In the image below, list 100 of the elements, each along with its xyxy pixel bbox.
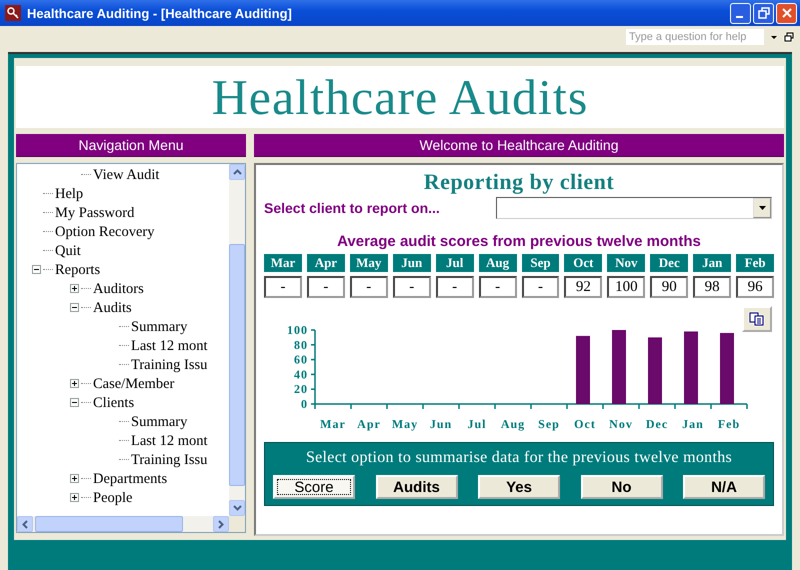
- expand-icon[interactable]: [70, 474, 78, 483]
- expand-icon[interactable]: [70, 493, 78, 502]
- copy-icon: [749, 312, 765, 326]
- score-field: -: [392, 276, 431, 298]
- minimize-icon: [736, 16, 743, 18]
- score-field: -: [264, 276, 302, 298]
- score-field: 100: [607, 276, 646, 298]
- scroll-left-button[interactable]: [17, 516, 33, 532]
- dropdown-arrow-icon[interactable]: [770, 33, 778, 41]
- option-button[interactable]: No: [580, 475, 662, 499]
- tree-item[interactable]: Summary: [131, 318, 188, 336]
- tree-item[interactable]: Last 12 mont: [131, 336, 208, 354]
- tree-item[interactable]: People: [93, 488, 132, 506]
- window-title: Healthcare Auditing - [Healthcare Auditing]: [27, 6, 293, 20]
- option-button[interactable]: N/A: [683, 475, 765, 499]
- month-header: Jan: [693, 254, 732, 272]
- tree-item[interactable]: Auditors: [93, 280, 144, 298]
- tree-item[interactable]: My Password: [55, 204, 134, 222]
- tree-item[interactable]: Clients: [93, 394, 134, 412]
- restore-window-icon[interactable]: [784, 32, 794, 42]
- close-button[interactable]: [776, 2, 797, 24]
- restore-button[interactable]: [753, 2, 774, 24]
- app-heading: Healthcare Audits: [212, 68, 588, 126]
- tree-item[interactable]: Training Issu: [131, 450, 208, 468]
- restore-icon: [758, 7, 770, 19]
- score-field: -: [350, 276, 388, 298]
- month-header: Jul: [436, 254, 474, 272]
- tree-item[interactable]: Reports: [55, 260, 100, 278]
- expand-icon[interactable]: [70, 284, 78, 293]
- tree-item[interactable]: View Audit: [93, 166, 160, 184]
- tick-label: 20: [294, 382, 308, 396]
- option-button[interactable]: Yes: [478, 475, 560, 499]
- tree-item[interactable]: Help: [55, 184, 84, 202]
- tree-item[interactable]: Departments: [93, 470, 168, 488]
- dropdown-arrow-icon: [758, 206, 766, 210]
- score-field: 92: [564, 276, 602, 298]
- month-header: May: [350, 254, 388, 272]
- option-button[interactable]: Score: [273, 475, 355, 499]
- tree-item[interactable]: Quit: [55, 242, 81, 260]
- month-header: Oct: [564, 254, 602, 272]
- tick-label: 0: [301, 397, 308, 411]
- category-label: Feb: [718, 417, 740, 431]
- tick-label: 80: [294, 338, 308, 352]
- month-header: Jun: [392, 254, 431, 272]
- option-button[interactable]: Audits: [376, 475, 458, 499]
- scroll-right-button[interactable]: [213, 516, 229, 532]
- month-header: Nov: [607, 254, 646, 272]
- category-label: Nov: [609, 417, 633, 431]
- category-label: Sep: [538, 417, 560, 431]
- score-field: 90: [650, 276, 688, 298]
- tree-item[interactable]: Audits: [93, 298, 132, 316]
- client-dropdown[interactable]: [496, 197, 772, 219]
- category-label: Aug: [500, 417, 526, 431]
- category-label: Jun: [430, 417, 452, 431]
- section-heading: Reporting by client: [422, 169, 616, 195]
- scores-heading: Average audit scores from previous twelve months: [336, 233, 702, 250]
- tick-label: 60: [294, 352, 308, 367]
- scroll-up-button[interactable]: [229, 164, 245, 180]
- tree-item[interactable]: Option Recovery: [55, 222, 154, 240]
- scrollbar-corner: [229, 516, 245, 532]
- score-field: -: [522, 276, 560, 298]
- scroll-thumb[interactable]: [229, 244, 245, 486]
- category-label: Oct: [574, 417, 596, 431]
- horizontal-scrollbar[interactable]: [17, 516, 245, 532]
- collapse-icon[interactable]: [70, 303, 78, 312]
- tree-item[interactable]: Last 12 mont: [131, 432, 208, 450]
- month-header: Sep: [522, 254, 560, 272]
- score-field: -: [478, 276, 517, 298]
- copy-button[interactable]: [742, 306, 772, 332]
- tick-label: 40: [294, 367, 308, 382]
- tree-item[interactable]: Case/Member: [93, 374, 174, 392]
- collapse-icon[interactable]: [70, 398, 78, 407]
- score-field: -: [436, 276, 474, 298]
- score-field: 96: [736, 276, 774, 298]
- panel-heading: Navigation Menu: [16, 134, 246, 157]
- scroll-down-button[interactable]: [229, 500, 245, 516]
- summary-heading: Select option to summarise data for the previous twelve months: [304, 449, 734, 467]
- month-header: Apr: [306, 254, 345, 272]
- tree-item[interactable]: Training Issu: [131, 356, 208, 374]
- category-label: Dec: [646, 417, 668, 431]
- vertical-scrollbar[interactable]: [229, 164, 245, 516]
- expand-icon[interactable]: [70, 379, 78, 388]
- client-label: Select client to report on...: [264, 200, 440, 216]
- key-icon: [5, 5, 21, 21]
- month-header: Dec: [650, 254, 688, 272]
- help-search-field[interactable]: Type a question for help: [626, 29, 764, 45]
- score-field: -: [306, 276, 345, 298]
- category-label: Jul: [468, 417, 486, 431]
- category-label: Jan: [682, 417, 704, 431]
- scroll-thumb[interactable]: [35, 516, 183, 532]
- score-field: 98: [693, 276, 732, 298]
- category-label: Apr: [357, 417, 381, 431]
- tree-item[interactable]: Summary: [131, 412, 188, 430]
- category-label: May: [392, 417, 418, 431]
- close-icon: [780, 7, 792, 19]
- month-header: Aug: [478, 254, 517, 272]
- minimize-button[interactable]: [730, 2, 751, 24]
- month-header: Mar: [264, 254, 302, 272]
- collapse-icon[interactable]: [32, 265, 40, 274]
- category-label: Mar: [320, 417, 346, 431]
